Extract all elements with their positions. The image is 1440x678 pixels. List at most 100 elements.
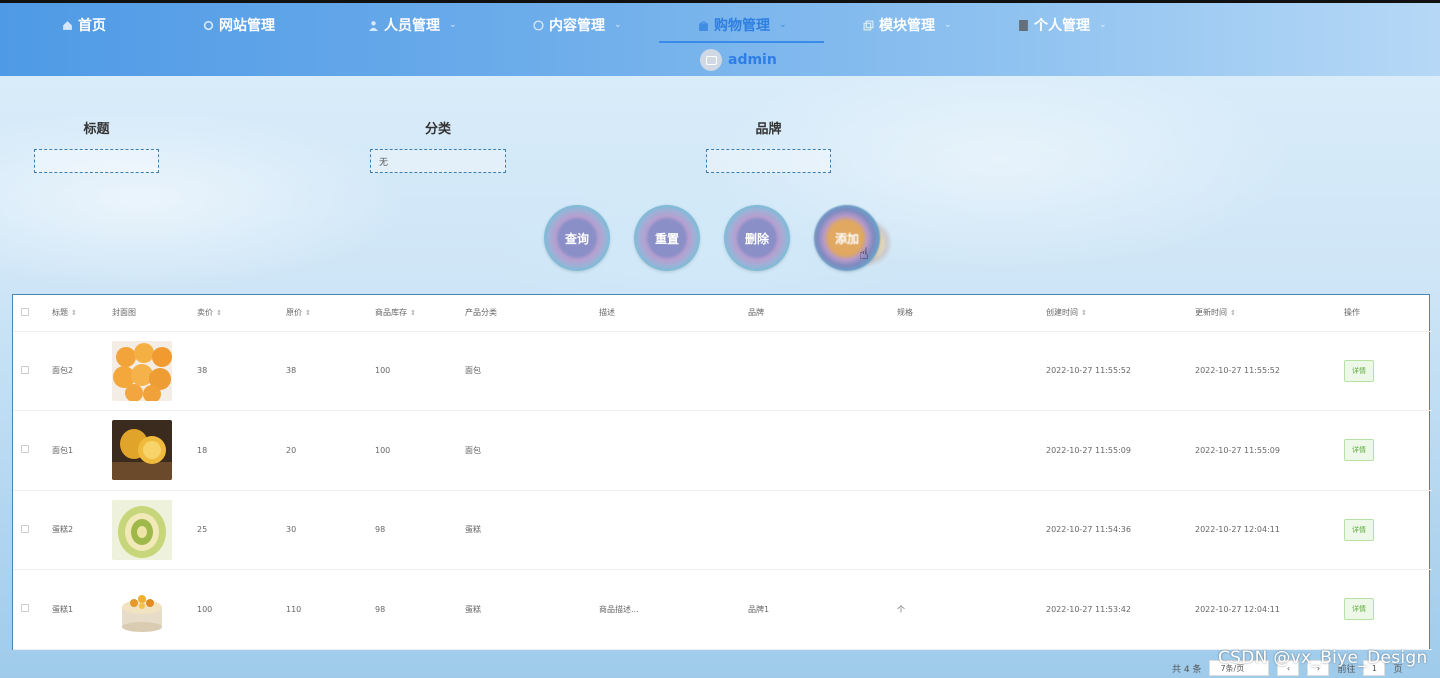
chevron-down-icon: ⌄: [614, 20, 622, 30]
col-header[interactable]: 原价 ⇕: [278, 295, 367, 331]
cell-orig-price: 110: [286, 604, 302, 614]
search-title-group: 标题: [34, 118, 159, 173]
chevron-down-icon: ⌄: [449, 20, 457, 30]
row-checkbox[interactable]: [21, 445, 29, 454]
row-checkbox[interactable]: [21, 365, 29, 374]
col-header[interactable]: 标题 ⇕: [44, 295, 104, 331]
col-header[interactable]: 更新时间 ⇕: [1187, 295, 1336, 331]
sort-icon[interactable]: ⇕: [1081, 309, 1087, 317]
sort-icon[interactable]: ⇕: [71, 309, 77, 317]
cell-spec: [889, 331, 1038, 411]
search-title-input[interactable]: [34, 149, 159, 173]
top-navbar: 首页 网站管理 人员管理 ⌄ 内容管理 ⌄ 购物管理 ⌄ 模块管理 ⌄ 个人管理…: [0, 0, 1440, 76]
cover-image-bread-halves: [112, 420, 172, 481]
hand-cursor-icon: ☝: [859, 244, 869, 263]
nav-item-home[interactable]: 首页: [62, 11, 106, 39]
sort-icon[interactable]: ⇕: [305, 309, 311, 317]
cell-cover: [104, 490, 189, 570]
cell-updated: 2022-10-27 11:55:52: [1195, 366, 1280, 376]
cell-orig-price: 20: [286, 445, 297, 455]
chat-icon: [533, 19, 544, 31]
sort-icon[interactable]: ⇕: [410, 309, 416, 317]
cell-cover: [104, 411, 189, 491]
chevron-down-icon: ⌄: [1099, 20, 1107, 30]
search-brand-input[interactable]: [706, 149, 831, 173]
cell-desc: [591, 411, 740, 491]
user-icon: [369, 20, 378, 31]
cover-image-round-cake: [112, 579, 172, 640]
avatar: [700, 49, 722, 71]
cell-brand: [740, 331, 889, 411]
col-header[interactable]: 创建时间 ⇕: [1038, 295, 1187, 331]
row-checkbox[interactable]: [21, 524, 29, 533]
col-header[interactable]: 商品库存 ⇕: [367, 295, 457, 331]
col-header[interactable]: 卖价 ⇕: [189, 295, 278, 331]
cell-desc: [591, 331, 740, 411]
delete-button[interactable]: 删除: [724, 205, 790, 271]
col-header: 产品分类: [465, 308, 497, 318]
search-category-select[interactable]: 无: [370, 149, 506, 173]
table-row: 蛋糕2 25 30 98 蛋糕 2022-10-27 11:54:36 2022…: [13, 490, 1432, 570]
cell-created: 2022-10-27 11:53:42: [1046, 604, 1131, 614]
cell-price: 18: [197, 445, 208, 455]
add-button[interactable]: 添加: [814, 205, 880, 271]
row-checkbox[interactable]: [21, 604, 29, 613]
search-title-label: 标题: [83, 122, 110, 137]
sort-icon[interactable]: ⇕: [216, 309, 222, 317]
cell-cover: [104, 570, 189, 650]
select-all-checkbox[interactable]: [21, 307, 29, 316]
bag-icon: [699, 20, 708, 31]
search-brand-group: 品牌: [706, 118, 831, 173]
nav-item-personal[interactable]: 个人管理 ⌄: [1018, 11, 1107, 39]
sort-icon[interactable]: ⇕: [1230, 309, 1236, 317]
main-nav: 首页 网站管理 人员管理 ⌄ 内容管理 ⌄ 购物管理 ⌄ 模块管理 ⌄ 个人管理…: [0, 3, 1440, 43]
search-category-label: 分类: [424, 122, 451, 137]
product-table: 标题 ⇕ 封面图 卖价 ⇕ 原价 ⇕ 商品库存 ⇕ 产品分类 描述 品牌 规格 创建时间…: [12, 294, 1432, 650]
cell-updated: 2022-10-27 12:04:11: [1195, 604, 1280, 614]
nav-item-label: 人员管理: [384, 18, 440, 34]
cell-created: 2022-10-27 11:55:52: [1046, 366, 1131, 376]
cell-stock: 100: [375, 445, 391, 455]
nav-item-label: 首页: [78, 18, 106, 34]
image-icon: [705, 55, 717, 65]
reset-button[interactable]: 重置: [634, 205, 700, 271]
cell-orig-price: 38: [286, 366, 297, 376]
cell-category: 面包: [465, 445, 481, 455]
col-header: 品牌: [748, 308, 764, 318]
cell-title: 面包2: [52, 366, 74, 376]
cell-stock: 100: [375, 366, 391, 376]
search-category-group: 分类 无: [370, 118, 506, 173]
nav-item-label: 网站管理: [219, 18, 275, 34]
detail-button[interactable]: 详情: [1344, 598, 1374, 621]
cell-brand: 品牌1: [748, 604, 770, 614]
cell-created: 2022-10-27 11:55:09: [1046, 445, 1131, 455]
nav-item-content[interactable]: 内容管理 ⌄: [533, 11, 622, 39]
nav-active-indicator: [659, 41, 824, 43]
col-header: 描述: [599, 308, 615, 318]
detail-button[interactable]: 详情: [1344, 359, 1374, 382]
pagination-total: 共 4 条: [1172, 664, 1202, 675]
detail-button[interactable]: 详情: [1344, 439, 1374, 462]
cell-brand: [740, 490, 889, 570]
query-button[interactable]: 查询: [544, 205, 610, 271]
cell-title: 蛋糕1: [52, 604, 74, 614]
user-menu[interactable]: admin: [700, 49, 777, 71]
cell-desc: 商品描述...: [599, 604, 639, 614]
nav-item-label: 购物管理: [714, 18, 770, 34]
cell-orig-price: 30: [286, 525, 297, 535]
nav-item-site[interactable]: 网站管理: [203, 11, 275, 39]
table-row: 面包1 18 20 100 面包 2022-10-27 11:55:09 202…: [13, 411, 1432, 491]
nav-item-people[interactable]: 人员管理 ⌄: [368, 11, 457, 39]
cell-updated: 2022-10-27 12:04:11: [1195, 525, 1280, 535]
nav-item-label: 模块管理: [879, 18, 935, 34]
nav-item-label: 内容管理: [549, 18, 605, 34]
nav-item-shopping[interactable]: 购物管理 ⌄: [698, 11, 787, 39]
table-row: 面包2 38 38 100 面包 2022-10-27 11:55:52 202…: [13, 331, 1432, 411]
cell-created: 2022-10-27 11:54:36: [1046, 525, 1131, 535]
nav-item-modules[interactable]: 模块管理 ⌄: [863, 11, 952, 39]
detail-button[interactable]: 详情: [1344, 518, 1374, 541]
cell-price: 38: [197, 366, 208, 376]
chevron-down-icon: ⌄: [944, 20, 952, 30]
username: admin: [728, 52, 777, 68]
cell-category: 蛋糕: [465, 525, 481, 535]
